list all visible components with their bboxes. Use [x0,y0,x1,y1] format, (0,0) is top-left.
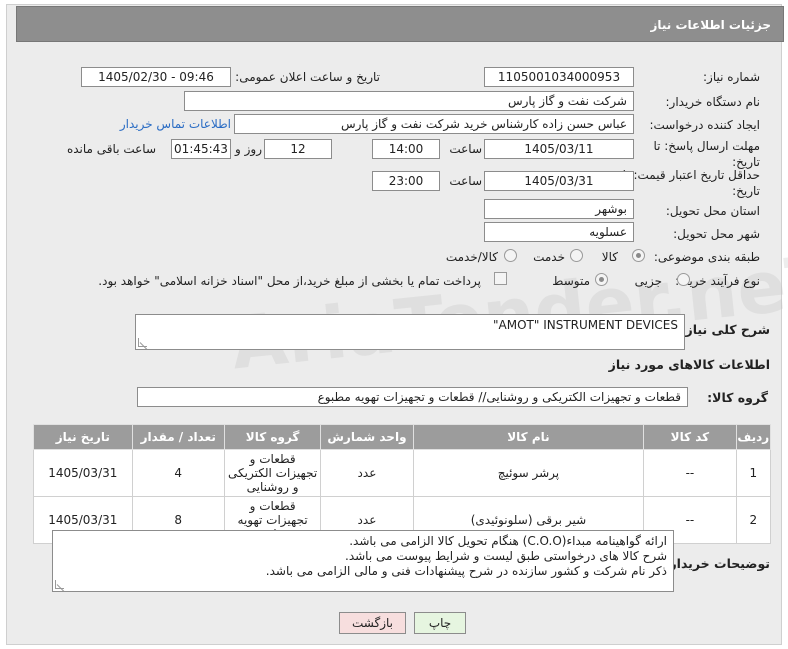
buyer-notes-label: توضیحات خریدار: [664,556,770,571]
resize-handle-icon[interactable] [55,580,64,589]
col-header-code: کد کالا [643,424,737,450]
back-button[interactable]: بازگشت [339,612,406,634]
cell-qty: 4 [131,449,225,497]
creator-field[interactable]: عباس حسن زاده کارشناس خرید شرکت نفت و گا… [234,114,634,134]
category-radio-both[interactable] [504,249,517,262]
cell-code: -- [643,449,737,497]
col-header-name: نام کالا [412,424,645,450]
province-label: استان محل تحویل: [665,204,760,218]
validity-time-label: ساعت [449,174,482,188]
category-option-both: کالا/خدمت [445,250,498,264]
category-option-service: خدمت [533,250,565,264]
col-header-group: گروه کالا [223,424,322,450]
category-radio-service[interactable] [570,249,583,262]
goods-info-title: اطلاعات کالاهای مورد نیاز [608,357,770,372]
items-table: ردیف کد کالا نام کالا واحد شمارش گروه کا… [33,424,772,544]
deadline-date-field[interactable]: 1405/03/11 [484,139,634,159]
buyer-note-line: شرح کالا های درخواستی طبق لیست و شرایط پ… [345,549,667,563]
resize-handle-icon[interactable] [138,338,147,347]
category-label: طبقه بندی موضوعی: [653,250,760,264]
remaining-label: ساعت باقی مانده [66,142,156,156]
days-label: روز و [235,142,262,156]
cell-name: پرشر سوئیچ [412,449,645,497]
cell-date: 1405/03/31 [33,449,133,497]
col-header-row-num: ردیف [735,424,772,450]
process-option-medium: متوسط [552,274,590,288]
payment-note: پرداخت تمام یا بخشی از مبلغ خرید،از محل … [98,274,481,288]
announce-field[interactable]: 1405/02/30 - 09:46 [81,67,231,87]
category-option-goods: کالا [601,250,618,264]
validity-date-field[interactable]: 1405/03/31 [484,171,634,191]
deadline-time-label: ساعت [449,142,482,156]
process-radio-medium[interactable] [595,273,608,286]
category-radio-goods[interactable] [632,249,645,262]
announce-label: تاریخ و ساعت اعلان عمومی: [235,70,380,84]
need-number-field[interactable]: 1105001034000953 [484,67,634,87]
buyer-note-line: ارائه گواهینامه مبداء(C.O.O) هنگام تحویل… [349,534,667,548]
print-button[interactable]: چاپ [414,612,466,634]
description-field[interactable]: "AMOT" INSTRUMENT DEVICES [135,314,685,350]
province-field[interactable]: بوشهر [484,199,634,219]
col-header-qty: تعداد / مقدار [131,424,225,450]
buyer-note-line: ذکر نام شرکت و کشور سازنده در شرح پیشنها… [265,564,667,578]
city-label: شهر محل تحویل: [673,227,760,241]
goods-group-field[interactable]: قطعات و تجهیزات الکتریکی و روشنایی// قطع… [137,387,688,407]
col-header-unit: واحد شمارش [320,424,414,450]
cell-unit: عدد [320,449,414,497]
remaining-time-field[interactable]: 01:45:43 [171,139,231,159]
payment-checkbox[interactable] [494,272,507,285]
table-row[interactable]: 1 -- پرشر سوئیچ عدد قطعات و تجهیزات الکت… [33,449,772,497]
page-title: جزئیات اطلاعات نیاز [650,18,771,32]
buyer-contact-link[interactable]: اطلاعات تماس خریدار [120,117,231,131]
deadline-time-field[interactable]: 14:00 [372,139,440,159]
col-header-date: تاریخ نیاز [33,424,133,450]
process-option-minor: جزیی [634,274,662,288]
buyer-notes-field[interactable]: ارائه گواهینامه مبداء(C.O.O) هنگام تحویل… [52,530,674,592]
page-header: جزئیات اطلاعات نیاز [16,6,784,42]
cell-row-num: 1 [735,449,772,497]
description-text: "AMOT" INSTRUMENT DEVICES [493,318,678,332]
days-field[interactable]: 12 [264,139,332,159]
creator-label: ایجاد کننده درخواست: [649,118,760,132]
description-label: شرح کلی نیاز: [680,322,770,337]
cell-row-num: 2 [735,496,772,544]
process-radio-minor[interactable] [677,273,690,286]
table-header-row: ردیف کد کالا نام کالا واحد شمارش گروه کا… [33,424,772,450]
buyer-org-field[interactable]: شرکت نفت و گاز پارس [184,91,634,111]
city-field[interactable]: عسلویه [484,222,634,242]
need-number-label: شماره نیاز: [703,70,760,84]
buyer-org-label: نام دستگاه خریدار: [665,95,761,109]
cell-group: قطعات و تجهیزات الکتریکی و روشنایی [223,449,322,497]
goods-group-label: گروه کالا: [707,390,768,405]
validity-time-field[interactable]: 23:00 [372,171,440,191]
deadline-label: مهلت ارسال پاسخ: تا تاریخ: [653,139,760,169]
validity-label: حداقل تاریخ اعتبار قیمت: تا تاریخ: [622,168,760,198]
